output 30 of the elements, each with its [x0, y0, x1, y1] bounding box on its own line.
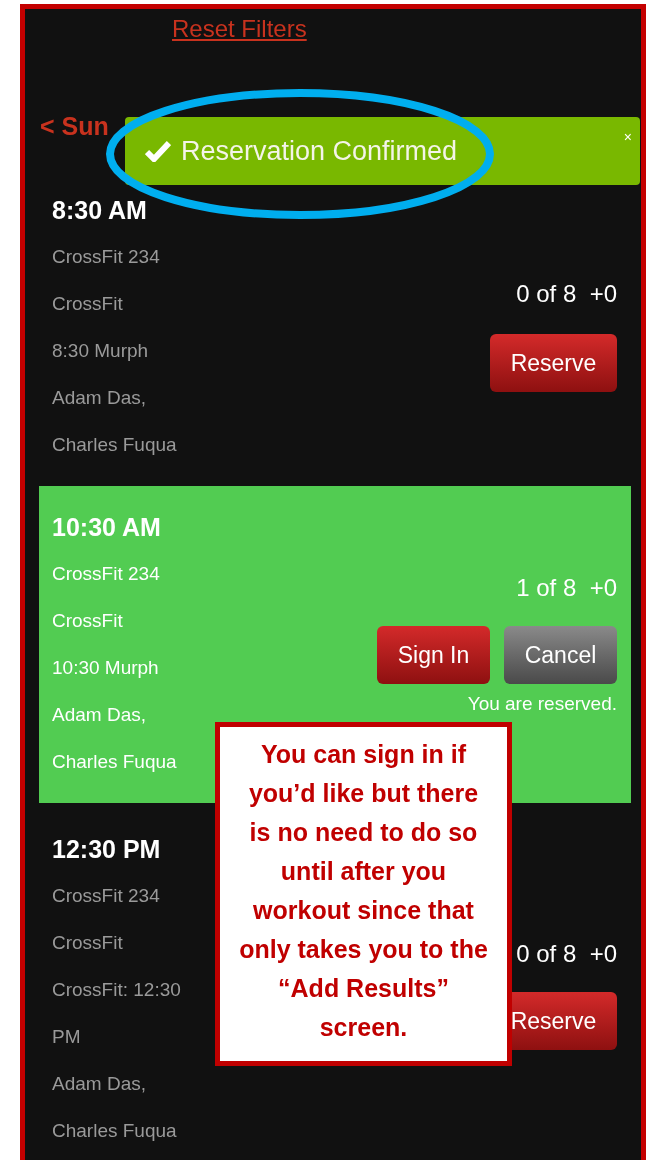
- spots-count: 0 of 8 +0: [516, 939, 617, 969]
- class-detail: Charles Fuqua: [52, 750, 178, 774]
- reset-filters-link[interactable]: Reset Filters: [172, 13, 307, 45]
- class-detail: CrossFit 234: [52, 562, 161, 586]
- class-detail: CrossFit: [52, 609, 124, 633]
- date-nav-link[interactable]: < Sun: [40, 110, 109, 142]
- spots-count: 0 of 8 +0: [516, 279, 617, 309]
- class-detail: CrossFit 234: [52, 245, 161, 269]
- class-time: 12:30 PM: [52, 834, 162, 865]
- class-detail: CrossFit: 12:30 PM: [52, 978, 182, 1049]
- class-detail: Charles Fuqua: [52, 1119, 178, 1143]
- sign-in-button[interactable]: Sign In: [377, 626, 490, 684]
- reserve-button[interactable]: Reserve: [490, 334, 617, 392]
- check-icon: [145, 140, 171, 162]
- toast-message: Reservation Confirmed: [181, 134, 458, 168]
- reservation-status: You are reserved.: [467, 692, 617, 716]
- cancel-button[interactable]: Cancel: [504, 626, 617, 684]
- spots-count: 1 of 8 +0: [516, 573, 617, 603]
- class-detail: 8:30 Murph: [52, 339, 150, 363]
- class-detail: Adam Das,: [52, 703, 147, 727]
- class-time: 8:30 AM: [52, 195, 148, 226]
- class-detail: Adam Das,: [52, 386, 147, 410]
- class-detail: Adam Das,: [52, 1072, 147, 1096]
- class-detail: CrossFit 234: [52, 884, 161, 908]
- callout-text: You can sign in if you’d like but there is no need to do so until after you workout since that only takes you to the “Add Results” screen.: [238, 739, 489, 1043]
- class-detail: CrossFit: [52, 292, 124, 316]
- class-detail: 10:30 Murph: [52, 656, 160, 680]
- class-time: 10:30 AM: [52, 512, 162, 543]
- class-detail: CrossFit: [52, 931, 124, 955]
- class-detail: Charles Fuqua: [52, 433, 178, 457]
